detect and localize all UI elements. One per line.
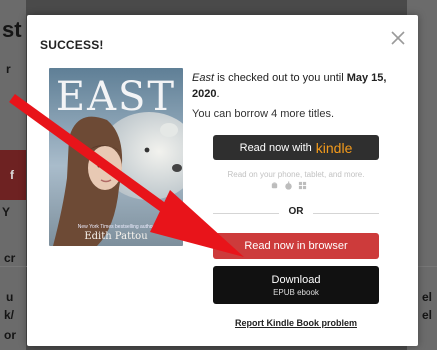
kindle-button-label: Read now with bbox=[239, 141, 312, 154]
background-text-fragment: el bbox=[422, 308, 433, 322]
download-button[interactable]: Download EPUB ebook bbox=[213, 266, 379, 304]
message-text: is checked out to you until bbox=[214, 72, 347, 84]
read-with-kindle-button[interactable]: Read now with kindle bbox=[213, 135, 379, 160]
background-text-fragment: f bbox=[10, 168, 14, 182]
kindle-logo: kindle bbox=[315, 139, 353, 156]
borrow-remaining: You can borrow 4 more titles. bbox=[192, 108, 335, 120]
background-text-fragment: k/ bbox=[4, 308, 15, 322]
divider-right bbox=[313, 213, 379, 214]
close-button[interactable] bbox=[387, 27, 409, 49]
download-button-label: Download bbox=[271, 273, 321, 286]
background-text-fragment: cr bbox=[4, 251, 16, 265]
background-text-fragment: st bbox=[2, 17, 22, 42]
apple-icon bbox=[285, 181, 292, 190]
close-icon bbox=[391, 31, 405, 45]
windows-icon bbox=[298, 181, 307, 190]
success-modal: SUCCESS! EAST New York Times bestselling… bbox=[27, 15, 418, 346]
download-format: EPUB ebook bbox=[273, 287, 319, 297]
message-end: . bbox=[216, 88, 220, 100]
cover-tagline: New York Times bestselling author bbox=[77, 224, 155, 230]
background-text-fragment: el bbox=[422, 290, 433, 304]
book-title: East bbox=[192, 72, 215, 84]
android-icon bbox=[271, 182, 278, 189]
book-cover: EAST New York Times bestselling author E… bbox=[49, 68, 183, 246]
device-icons bbox=[270, 181, 307, 190]
divider-left bbox=[213, 213, 279, 214]
devices-text: Read on your phone, tablet, and more. bbox=[227, 170, 365, 179]
background-text-fragment: or bbox=[4, 328, 16, 342]
cover-author: Edith Pattou bbox=[84, 231, 148, 242]
background-text-fragment: r bbox=[6, 62, 11, 76]
background-text-fragment: u bbox=[6, 290, 14, 304]
checkout-message: East is checked out to you until May 15,… bbox=[192, 70, 402, 102]
background-text-fragment: Y bbox=[2, 205, 11, 219]
cover-title: EAST bbox=[55, 74, 177, 120]
modal-title: SUCCESS! bbox=[40, 38, 104, 52]
report-problem-link[interactable]: Report Kindle Book problem bbox=[213, 318, 379, 328]
read-in-browser-button[interactable]: Read now in browser bbox=[213, 233, 379, 259]
or-separator: OR bbox=[283, 206, 309, 217]
